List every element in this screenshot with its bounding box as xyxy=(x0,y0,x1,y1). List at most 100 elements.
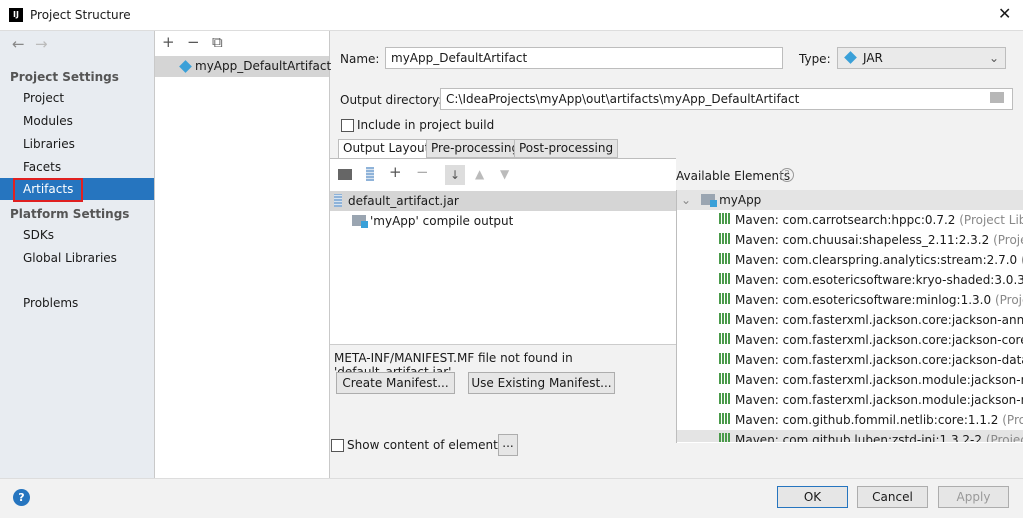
output-layout-panel: + − ↓ ▲ ▼ default_artifact.jar 'myApp' c… xyxy=(330,158,676,479)
library-icon xyxy=(719,433,731,442)
element-name: Maven: com.fasterxml.jackson.core:jackso… xyxy=(735,353,1023,367)
sidebar-item-problems[interactable]: Problems xyxy=(0,292,154,314)
element-name: Maven: com.fasterxml.jackson.module:jack… xyxy=(735,393,1023,407)
manifest-area: META-INF/MANIFEST.MF file not found in '… xyxy=(330,344,676,479)
artifact-icon xyxy=(179,60,192,73)
show-content-label: Show content of elements xyxy=(347,438,505,452)
include-in-build-label: Include in project build xyxy=(357,118,495,132)
new-directory-icon[interactable] xyxy=(338,169,352,180)
tab-pre-processing[interactable]: Pre-processing xyxy=(426,139,525,158)
type-label: Type: xyxy=(799,52,831,66)
library-icon xyxy=(719,373,731,384)
sort-icon[interactable]: ↓ xyxy=(445,165,465,185)
apply-button[interactable]: Apply xyxy=(938,486,1009,508)
app-logo-icon: IJ xyxy=(9,8,23,22)
remove-element-icon[interactable]: − xyxy=(416,163,429,181)
sidebar-item-global-libraries[interactable]: Global Libraries xyxy=(0,247,154,269)
tree-root-myapp[interactable]: ⌄ myApp xyxy=(677,190,1023,210)
library-icon xyxy=(719,233,731,244)
artifact-details: Name: myApp_DefaultArtifact Type: JAR ⌄ … xyxy=(0,31,1023,479)
tree-item-compile-output[interactable]: 'myApp' compile output xyxy=(330,211,513,231)
available-element-item[interactable]: Maven: com.fasterxml.jackson.module:jack… xyxy=(677,370,1023,390)
available-element-item[interactable]: Maven: com.github.luben:zstd-jni:1.3.2-2… xyxy=(677,430,1023,442)
output-directory-label: Output directory: xyxy=(340,93,443,107)
add-icon[interactable]: + xyxy=(162,33,175,51)
cancel-button[interactable]: Cancel xyxy=(857,486,928,508)
available-elements-title: Available Elements xyxy=(676,169,791,183)
element-name: Maven: com.github.fommil.netlib:core:1.1… xyxy=(735,413,999,427)
forward-arrow-icon[interactable]: → xyxy=(35,35,48,53)
chevron-down-icon: ⌄ xyxy=(681,193,692,207)
element-name: Maven: com.fasterxml.jackson.core:jackso… xyxy=(735,313,1023,327)
help-button[interactable]: ? xyxy=(13,489,30,506)
include-in-build-checkbox[interactable] xyxy=(341,119,354,132)
element-suffix: (Project Libr xyxy=(985,433,1023,442)
available-element-item[interactable]: Maven: com.fasterxml.jackson.core:jackso… xyxy=(677,330,1023,350)
sidebar-item-project[interactable]: Project xyxy=(0,87,154,109)
name-label: Name: xyxy=(340,52,380,66)
move-down-icon[interactable]: ▼ xyxy=(500,167,509,181)
sidebar-item-facets[interactable]: Facets xyxy=(0,156,154,178)
copy-icon[interactable]: ⧉ xyxy=(212,33,223,51)
show-content-checkbox[interactable] xyxy=(331,439,344,452)
close-icon[interactable]: ✕ xyxy=(998,4,1011,23)
library-icon xyxy=(719,353,731,364)
element-suffix: (Project Libra xyxy=(993,233,1023,247)
root-label: myApp xyxy=(719,193,762,207)
tree-item-jar[interactable]: default_artifact.jar xyxy=(330,191,676,211)
ok-button[interactable]: OK xyxy=(777,486,848,508)
type-value: JAR xyxy=(863,51,883,65)
highlight-outline xyxy=(13,178,83,202)
available-element-item[interactable]: Maven: com.carrotsearch:hppc:0.7.2 (Proj… xyxy=(677,210,1023,230)
module-folder-icon xyxy=(352,215,368,228)
library-icon xyxy=(719,333,731,344)
add-copy-icon[interactable]: + xyxy=(389,163,402,181)
library-icon xyxy=(719,313,731,324)
back-arrow-icon[interactable]: ← xyxy=(12,35,25,53)
element-suffix: (Project Library) xyxy=(959,213,1023,227)
name-input[interactable]: myApp_DefaultArtifact xyxy=(385,47,783,69)
element-name: Maven: com.fasterxml.jackson.module:jack… xyxy=(735,373,1023,387)
tab-post-processing[interactable]: Post-processing xyxy=(514,139,619,158)
section-platform-settings: Platform Settings xyxy=(10,207,130,221)
library-icon xyxy=(719,393,731,404)
move-up-icon[interactable]: ▲ xyxy=(475,167,484,181)
available-element-item[interactable]: Maven: com.fasterxml.jackson.module:jack… xyxy=(677,390,1023,410)
artifact-name: myApp_DefaultArtifact xyxy=(195,59,332,73)
available-element-item[interactable]: Maven: com.chuusai:shapeless_2.11:2.3.2 … xyxy=(677,230,1023,250)
type-select[interactable]: JAR ⌄ xyxy=(837,47,1006,69)
available-element-item[interactable]: Maven: com.fasterxml.jackson.core:jackso… xyxy=(677,310,1023,330)
available-element-item[interactable]: Maven: com.esotericsoftware:minlog:1.3.0… xyxy=(677,290,1023,310)
sidebar-item-sdks[interactable]: SDKs xyxy=(0,224,154,246)
available-element-item[interactable]: Maven: com.fasterxml.jackson.core:jackso… xyxy=(677,350,1023,370)
title-bar: IJ Project Structure ✕ xyxy=(0,0,1023,31)
element-name: Maven: com.esotericsoftware:minlog:1.3.0 xyxy=(735,293,992,307)
element-name: Maven: com.github.luben:zstd-jni:1.3.2-2 xyxy=(735,433,983,442)
new-archive-icon[interactable] xyxy=(366,167,374,181)
element-name: Maven: com.esotericsoftware:kryo-shaded:… xyxy=(735,273,1023,287)
library-icon xyxy=(719,213,731,224)
sidebar-item-libraries[interactable]: Libraries xyxy=(0,133,154,155)
more-button[interactable]: ... xyxy=(498,434,518,456)
available-element-item[interactable]: Maven: com.clearspring.analytics:stream:… xyxy=(677,250,1023,270)
available-element-item[interactable]: Maven: com.esotericsoftware:kryo-shaded:… xyxy=(677,270,1023,290)
library-icon xyxy=(719,253,731,264)
output-directory-input[interactable]: C:\IdeaProjects\myApp\out\artifacts\myAp… xyxy=(440,88,1013,110)
folder-browse-icon[interactable] xyxy=(990,92,1004,103)
available-element-item[interactable]: Maven: com.github.fommil.netlib:core:1.1… xyxy=(677,410,1023,430)
create-manifest-button[interactable]: Create Manifest... xyxy=(336,372,455,394)
use-existing-manifest-button[interactable]: Use Existing Manifest... xyxy=(468,372,615,394)
element-name: Maven: com.chuusai:shapeless_2.11:2.3.2 xyxy=(735,233,990,247)
tab-output-layout[interactable]: Output Layout xyxy=(338,139,435,158)
artifact-list-item[interactable]: myApp_DefaultArtifact xyxy=(155,56,332,77)
element-name: Maven: com.carrotsearch:hppc:0.7.2 xyxy=(735,213,956,227)
section-project-settings: Project Settings xyxy=(10,70,119,84)
help-icon[interactable]: ? xyxy=(780,168,794,182)
sidebar-item-modules[interactable]: Modules xyxy=(0,110,154,132)
module-folder-icon xyxy=(701,194,718,207)
library-icon xyxy=(719,413,731,424)
compile-output-label: 'myApp' compile output xyxy=(370,214,514,228)
jar-icon xyxy=(334,194,342,207)
window-title: Project Structure xyxy=(30,8,131,22)
remove-icon[interactable]: − xyxy=(187,33,200,51)
